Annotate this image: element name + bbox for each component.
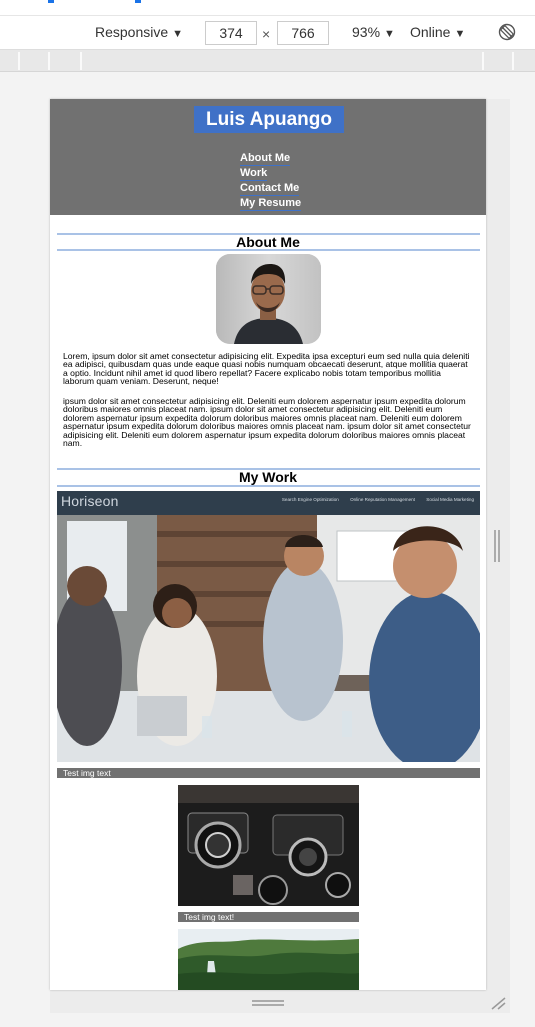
horiseon-nav-link: Search Engine Optimization bbox=[281, 497, 339, 502]
about-paragraph-1: Lorem, ipsum dolor sit amet consectetur … bbox=[63, 351, 470, 387]
caret-down-icon: ▼ bbox=[384, 28, 395, 40]
nav-link-about[interactable]: About Me bbox=[240, 151, 291, 166]
ruler-segment[interactable] bbox=[484, 52, 514, 70]
ruler-segment[interactable] bbox=[50, 52, 82, 70]
about-paragraph-2: ipsum dolor sit amet consectetur adipisi… bbox=[63, 396, 471, 449]
work-heading: My Work bbox=[238, 469, 298, 485]
featured-work-caption: Test img text bbox=[57, 768, 480, 778]
viewport-height-input[interactable]: 766 bbox=[277, 21, 329, 45]
work-thumbnail-caption: Test img text! bbox=[178, 912, 359, 922]
resize-corner-icon[interactable] bbox=[490, 996, 506, 1010]
ruler-segment[interactable] bbox=[0, 52, 20, 70]
dimension-separator: × bbox=[262, 26, 271, 42]
resize-handle-right[interactable] bbox=[494, 530, 500, 562]
resize-handle-bottom[interactable] bbox=[252, 1000, 284, 1006]
horiseon-nav-link: Online Reputation Management bbox=[350, 497, 415, 502]
device-mode-dropdown[interactable]: Responsive ▼ bbox=[95, 24, 183, 40]
section-divider bbox=[57, 249, 480, 251]
tab-indicator bbox=[48, 0, 54, 3]
device-frame: Luis Apuango About Me Work Contact Me My… bbox=[50, 99, 486, 990]
section-divider bbox=[57, 485, 480, 487]
work-thumbnail-landscape[interactable] bbox=[178, 929, 359, 990]
caret-down-icon: ▼ bbox=[172, 28, 184, 40]
network-throttle-dropdown[interactable]: Online ▼ bbox=[410, 24, 465, 40]
site-header: Luis Apuango About Me Work Contact Me My… bbox=[50, 99, 486, 215]
throttle-label: Online bbox=[410, 24, 451, 40]
nav-link-contact[interactable]: Contact Me bbox=[240, 181, 300, 196]
horiseon-nav-link: Social Media Marketing bbox=[426, 497, 474, 502]
viewport-width-input[interactable]: 374 bbox=[205, 21, 257, 45]
horiseon-nav-links: Search Engine Optimization Online Reputa… bbox=[272, 497, 474, 502]
featured-work-image[interactable]: Horiseon Search Engine Optimization Onli… bbox=[57, 491, 480, 762]
device-mode-label: Responsive bbox=[95, 24, 169, 40]
nav-link-work[interactable]: Work bbox=[240, 166, 268, 181]
caret-down-icon: ▼ bbox=[454, 28, 466, 40]
media-query-ruler bbox=[0, 50, 535, 72]
devtools-top-strip bbox=[0, 0, 535, 16]
rotate-icon[interactable] bbox=[497, 22, 517, 42]
ruler-segment[interactable] bbox=[452, 52, 484, 70]
zoom-dropdown[interactable]: 93% ▼ bbox=[352, 24, 395, 40]
horiseon-navbar: Horiseon Search Engine Optimization Onli… bbox=[57, 491, 480, 515]
tab-indicator bbox=[135, 0, 141, 3]
work-thumbnail-cameras[interactable] bbox=[178, 785, 359, 906]
devtools-device-toolbar: Responsive ▼ 374 × 766 93% ▼ Online ▼ bbox=[0, 0, 535, 50]
site-title: Luis Apuango bbox=[194, 106, 344, 133]
site-nav: About Me Work Contact Me My Resume bbox=[240, 151, 302, 211]
nav-link-resume[interactable]: My Resume bbox=[240, 196, 302, 211]
profile-photo bbox=[216, 254, 321, 344]
zoom-label: 93% bbox=[352, 24, 381, 40]
horiseon-logo-text: Horiseon bbox=[61, 493, 119, 509]
ruler-segment[interactable] bbox=[20, 52, 50, 70]
about-heading: About Me bbox=[236, 234, 300, 250]
